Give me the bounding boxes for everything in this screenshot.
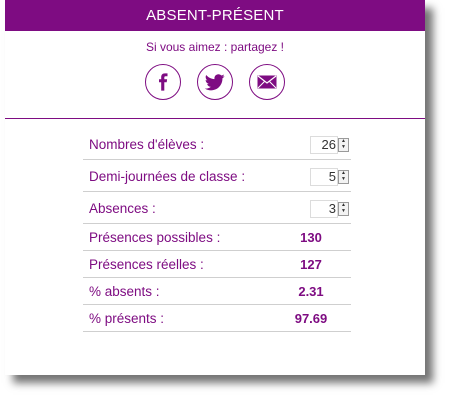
calculator-form: Nombres d'élèves : ▲ ▼ Demi-journées de …: [83, 128, 351, 332]
absences-decrement-icon[interactable]: ▼: [339, 209, 348, 215]
label-pct-presents: % présents :: [89, 310, 165, 326]
eleves-spin-arrows[interactable]: ▲ ▼: [338, 137, 349, 152]
label-presences-reelles: Présences réelles :: [89, 256, 204, 272]
label-absences: Absences :: [89, 201, 156, 216]
twitter-icon: [205, 73, 225, 90]
email-share-button[interactable]: [249, 64, 285, 100]
row-demi-journees: Demi-journées de classe : ▲ ▼: [83, 160, 351, 192]
label-eleves: Nombres d'élèves :: [89, 137, 205, 152]
facebook-icon: [159, 73, 168, 91]
absences-spin-arrows[interactable]: ▲ ▼: [338, 201, 349, 216]
demi-journees-input[interactable]: [310, 167, 338, 186]
value-pct-presents: 97.69: [294, 310, 328, 326]
stage: ABSENT-PRÉSENT Si vous aimez : partagez …: [0, 0, 450, 405]
demi-journees-stepper: ▲ ▼: [310, 167, 349, 186]
row-presences-reelles: Présences réelles : 127: [83, 251, 351, 278]
value-presences-possibles: 130: [300, 229, 322, 245]
share-text: Si vous aimez : partagez !: [145, 40, 285, 54]
mail-icon: [257, 75, 277, 89]
eleves-decrement-icon[interactable]: ▼: [339, 145, 348, 151]
row-eleves: Nombres d'élèves : ▲ ▼: [83, 128, 351, 160]
value-pct-absents: 2.31: [298, 283, 324, 299]
eleves-stepper: ▲ ▼: [310, 135, 349, 154]
demi-journees-decrement-icon[interactable]: ▼: [339, 177, 348, 183]
app-panel: ABSENT-PRÉSENT Si vous aimez : partagez …: [5, 0, 425, 375]
row-absences: Absences : ▲ ▼: [83, 192, 351, 224]
row-pct-presents: % présents : 97.69: [83, 305, 351, 332]
absences-input[interactable]: [310, 199, 338, 218]
value-presences-reelles: 127: [300, 256, 322, 272]
demi-journees-spin-arrows[interactable]: ▲ ▼: [338, 169, 349, 184]
page-title: ABSENT-PRÉSENT: [5, 0, 425, 31]
facebook-share-button[interactable]: [145, 64, 181, 100]
share-buttons: [5, 64, 425, 100]
row-pct-absents: % absents : 2.31: [83, 278, 351, 305]
absences-stepper: ▲ ▼: [310, 199, 349, 218]
label-demi-journees: Demi-journées de classe :: [89, 169, 246, 184]
label-presences-possibles: Présences possibles :: [89, 229, 221, 245]
eleves-input[interactable]: [310, 135, 338, 154]
header-divider: [5, 118, 425, 119]
row-presences-possibles: Présences possibles : 130: [83, 224, 351, 251]
twitter-share-button[interactable]: [197, 64, 233, 100]
label-pct-absents: % absents :: [89, 283, 160, 299]
